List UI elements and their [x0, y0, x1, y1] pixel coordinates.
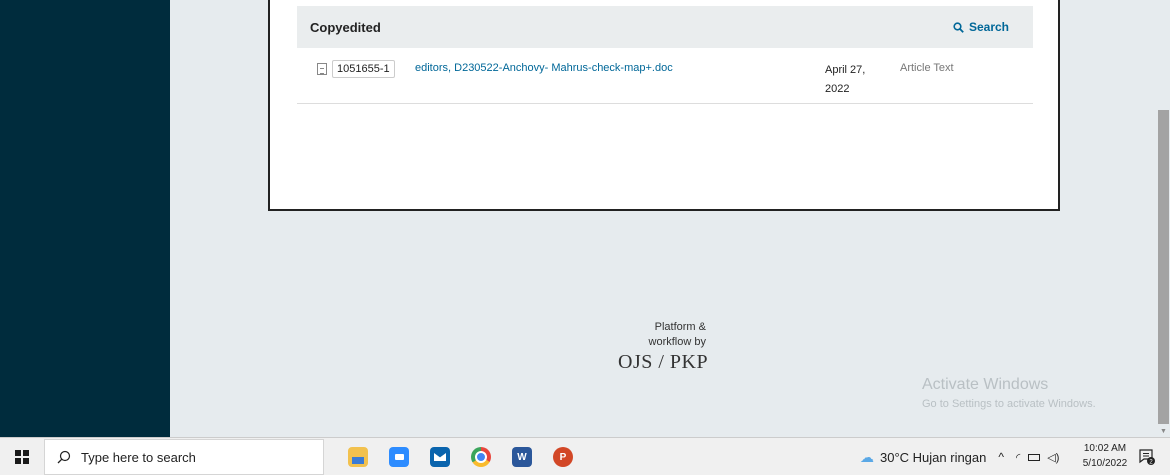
mail-icon[interactable]	[430, 447, 450, 467]
zoom-icon[interactable]	[389, 447, 409, 467]
pinned-apps: W P	[348, 438, 573, 475]
search-icon	[57, 450, 71, 464]
chevron-up-icon[interactable]: ^	[998, 450, 1004, 464]
activate-windows-watermark: Activate Windows Go to Settings to activ…	[922, 376, 1096, 410]
footer-line-2: workflow by	[648, 336, 706, 348]
pkp-brand-link[interactable]: Platform & workflow by OJS / PKP	[618, 320, 718, 374]
grid-title: Copyedited	[310, 19, 381, 35]
clock-date: 5/10/2022	[1082, 458, 1128, 469]
file-date: April 27, 2022	[825, 64, 866, 95]
watermark-title: Activate Windows	[922, 376, 1049, 393]
clock-time: 10:02 AM	[1083, 443, 1127, 454]
powerpoint-icon[interactable]: P	[553, 447, 573, 467]
taskbar-search-box[interactable]: Type here to search	[44, 439, 324, 475]
vertical-scrollbar[interactable]: ▼	[1157, 0, 1170, 437]
file-explorer-icon[interactable]	[348, 447, 368, 467]
copyedited-files-grid: Copyedited Search 1051655-1 editors, D23…	[297, 6, 1033, 104]
scroll-down-arrow-icon[interactable]: ▼	[1160, 428, 1167, 435]
wifi-icon[interactable]: ◜	[1016, 451, 1020, 464]
left-sidebar	[0, 0, 170, 437]
scrollbar-thumb[interactable]	[1158, 110, 1169, 424]
start-button[interactable]	[0, 438, 44, 475]
search-button[interactable]: Search	[953, 20, 1009, 34]
watermark-subtitle: Go to Settings to activate Windows.	[922, 398, 1096, 410]
file-type: Article Text	[900, 62, 954, 74]
action-center-icon[interactable]: 2	[1138, 448, 1156, 466]
battery-icon[interactable]	[1028, 453, 1041, 461]
weather-icon[interactable]: ☁	[860, 449, 874, 466]
grid-header: Copyedited Search	[297, 6, 1033, 48]
system-tray: ☁ 30°C Hujan ringan ^ ◜ ◁)	[860, 438, 1059, 475]
chrome-icon[interactable]	[471, 447, 491, 467]
search-placeholder: Type here to search	[81, 449, 196, 465]
notification-icon: 2	[1139, 449, 1155, 465]
footer-line-1: Platform &	[654, 321, 706, 333]
windows-logo-icon	[15, 449, 29, 464]
file-row: 1051655-1 editors, D230522-Anchovy- Mahr…	[297, 48, 1033, 104]
document-icon	[317, 63, 327, 75]
volume-icon[interactable]: ◁)	[1047, 451, 1059, 464]
file-id-badge: 1051655-1	[332, 60, 395, 78]
word-icon[interactable]: W	[512, 447, 532, 467]
search-icon	[953, 21, 964, 33]
windows-taskbar: Type here to search W P ☁ 30°C Hujan rin…	[0, 437, 1170, 475]
taskbar-clock[interactable]: 10:02 AM 5/10/2022	[1080, 441, 1130, 471]
content-panel: Copyedited Search 1051655-1 editors, D23…	[268, 0, 1060, 211]
file-name-link[interactable]: editors, D230522-Anchovy- Mahrus-check-m…	[415, 62, 673, 74]
search-label: Search	[968, 20, 1009, 34]
ojs-pkp-logo: OJS / PKP	[618, 351, 709, 373]
weather-text[interactable]: 30°C Hujan ringan	[880, 450, 986, 465]
